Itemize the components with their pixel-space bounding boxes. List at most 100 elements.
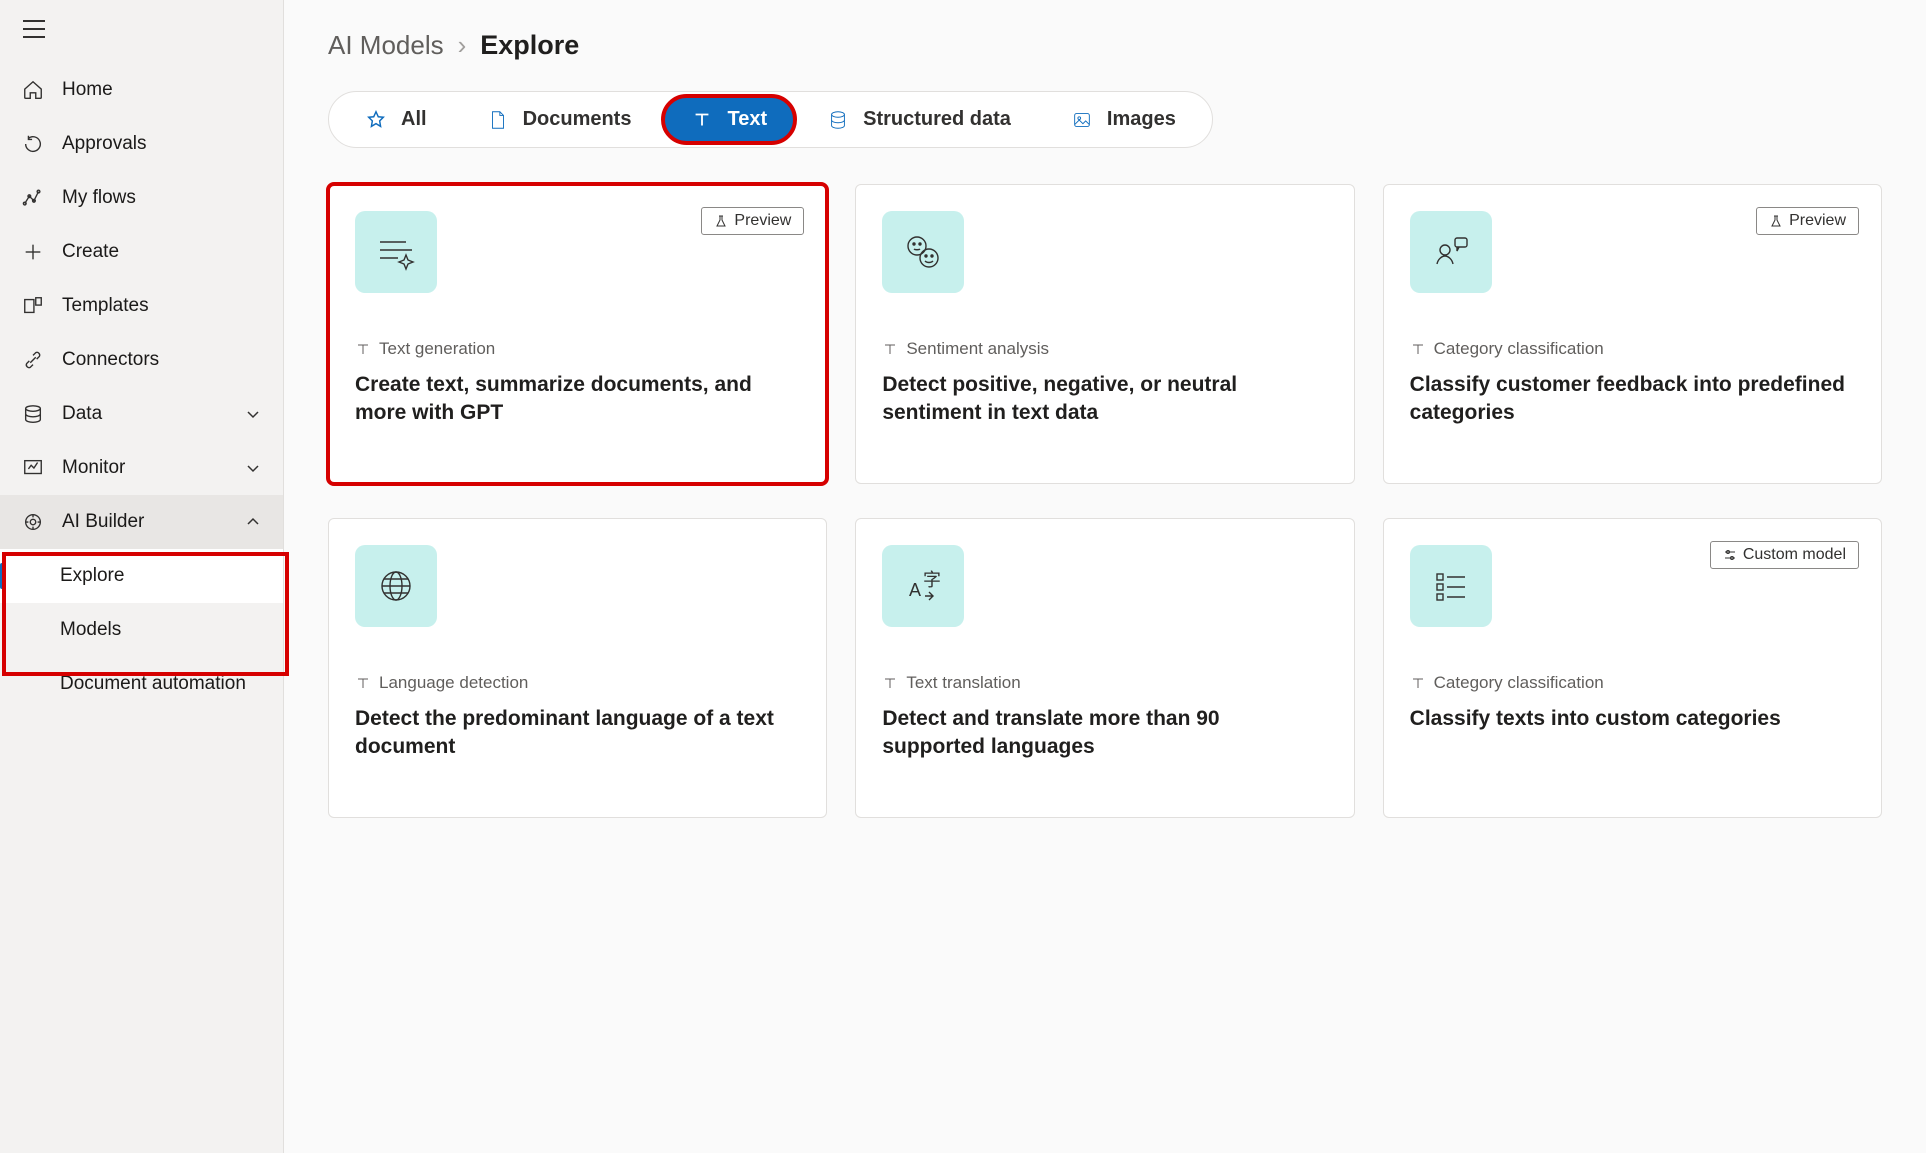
card-title: Detect positive, negative, or neutral se…: [882, 371, 1327, 428]
svg-text:A: A: [909, 580, 921, 600]
chevron-down-icon: [245, 460, 261, 476]
sidebar-item-data[interactable]: Data: [0, 387, 283, 441]
breadcrumb-current: Explore: [480, 30, 579, 61]
filter-label: Structured data: [863, 108, 1011, 131]
custom-model-badge: Custom model: [1710, 541, 1859, 569]
sidebar-item-label: Create: [62, 241, 119, 263]
aibuilder-icon: [22, 511, 44, 533]
card-category: Text translation: [882, 673, 1327, 693]
card-title: Create text, summarize documents, and mo…: [355, 371, 800, 428]
badge-label: Custom model: [1743, 546, 1846, 564]
flask-icon: [1769, 214, 1783, 228]
card-category: Language detection: [355, 673, 800, 693]
card-language-detection[interactable]: Language detection Detect the predominan…: [328, 518, 827, 818]
filter-label: Documents: [523, 108, 632, 131]
sidebar-item-label: Connectors: [62, 349, 159, 371]
monitor-icon: [22, 457, 44, 479]
svg-text:字: 字: [923, 570, 941, 590]
filter-all[interactable]: All: [337, 96, 455, 143]
filter-images[interactable]: Images: [1043, 96, 1204, 143]
sidebar-item-label: My flows: [62, 187, 136, 209]
card-custom-classification[interactable]: Custom model Category classification Cla…: [1383, 518, 1882, 818]
filter-label: All: [401, 108, 427, 131]
sidebar-item-label: Approvals: [62, 133, 147, 155]
sidebar-sub-models[interactable]: Models: [0, 603, 283, 657]
text-icon: [691, 109, 713, 131]
sidebar-item-approvals[interactable]: Approvals: [0, 117, 283, 171]
image-icon: [1071, 109, 1093, 131]
sidebar-item-connectors[interactable]: Connectors: [0, 333, 283, 387]
sidebar-item-label: Templates: [62, 295, 149, 317]
text-icon: [355, 341, 371, 357]
sidebar-item-label: AI Builder: [62, 511, 144, 533]
filter-structured[interactable]: Structured data: [799, 96, 1039, 143]
flows-icon: [22, 187, 44, 209]
card-category-classification[interactable]: Preview Category classification Classify…: [1383, 184, 1882, 484]
list-squares-icon: [1410, 545, 1492, 627]
filter-label: Images: [1107, 108, 1176, 131]
text-icon: [355, 675, 371, 691]
card-text-translation[interactable]: A字 Text translation Detect and translate…: [855, 518, 1354, 818]
templates-icon: [22, 295, 44, 317]
sidebar-sub-label: Document automation: [60, 673, 246, 694]
breadcrumb-separator: ›: [458, 30, 467, 61]
card-grid-row1: Preview Text generation Create text, sum…: [328, 184, 1882, 484]
card-grid-row2: Language detection Detect the predominan…: [328, 518, 1882, 818]
star-icon: [365, 109, 387, 131]
card-title: Detect and translate more than 90 suppor…: [882, 705, 1327, 762]
hamburger-menu[interactable]: [0, 6, 283, 63]
filter-text[interactable]: Text: [663, 96, 795, 143]
sidebar-item-create[interactable]: Create: [0, 225, 283, 279]
card-category: Category classification: [1410, 339, 1855, 359]
badge-label: Preview: [734, 212, 791, 230]
sidebar-item-aibuilder[interactable]: AI Builder: [0, 495, 283, 549]
card-category: Category classification: [1410, 673, 1855, 693]
translate-icon: A字: [882, 545, 964, 627]
chevron-up-icon: [245, 514, 261, 530]
preview-badge: Preview: [701, 207, 804, 235]
card-title: Classify texts into custom categories: [1410, 705, 1855, 733]
main-content: AI Models › Explore All Documents Text S…: [284, 0, 1926, 1153]
plus-icon: [22, 241, 44, 263]
globe-icon: [355, 545, 437, 627]
sidebar-item-label: Data: [62, 403, 102, 425]
home-icon: [22, 79, 44, 101]
filter-label: Text: [727, 108, 767, 131]
approvals-icon: [22, 133, 44, 155]
sidebar-sub-label: Explore: [60, 565, 124, 586]
text-icon: [1410, 675, 1426, 691]
person-feedback-icon: [1410, 211, 1492, 293]
text-icon: [882, 675, 898, 691]
document-icon: [487, 109, 509, 131]
preview-badge: Preview: [1756, 207, 1859, 235]
sidebar-item-label: Home: [62, 79, 113, 101]
breadcrumb-parent[interactable]: AI Models: [328, 30, 444, 61]
sidebar-item-label: Monitor: [62, 457, 125, 479]
text-icon: [882, 341, 898, 357]
card-category: Sentiment analysis: [882, 339, 1327, 359]
sparkle-lines-icon: [355, 211, 437, 293]
connectors-icon: [22, 349, 44, 371]
sidebar-sub-docauto[interactable]: Document automation: [0, 657, 283, 711]
badge-label: Preview: [1789, 212, 1846, 230]
sidebar-sub-explore[interactable]: Explore: [0, 549, 283, 603]
filter-bar: All Documents Text Structured data Image…: [328, 91, 1213, 148]
card-title: Classify customer feedback into predefin…: [1410, 371, 1855, 428]
sidebar-item-home[interactable]: Home: [0, 63, 283, 117]
card-text-generation[interactable]: Preview Text generation Create text, sum…: [328, 184, 827, 484]
card-sentiment-analysis[interactable]: Sentiment analysis Detect positive, nega…: [855, 184, 1354, 484]
hamburger-icon: [22, 20, 46, 38]
sidebar-item-templates[interactable]: Templates: [0, 279, 283, 333]
faces-icon: [882, 211, 964, 293]
breadcrumb: AI Models › Explore: [328, 30, 1882, 61]
flask-icon: [714, 214, 728, 228]
sidebar-sub-label: Models: [60, 619, 121, 640]
filter-documents[interactable]: Documents: [459, 96, 660, 143]
sidebar-item-monitor[interactable]: Monitor: [0, 441, 283, 495]
sidebar: Home Approvals My flows Create Templates…: [0, 0, 284, 1153]
data-icon: [22, 403, 44, 425]
sliders-icon: [1723, 548, 1737, 562]
sidebar-item-myflows[interactable]: My flows: [0, 171, 283, 225]
chevron-down-icon: [245, 406, 261, 422]
card-category: Text generation: [355, 339, 800, 359]
